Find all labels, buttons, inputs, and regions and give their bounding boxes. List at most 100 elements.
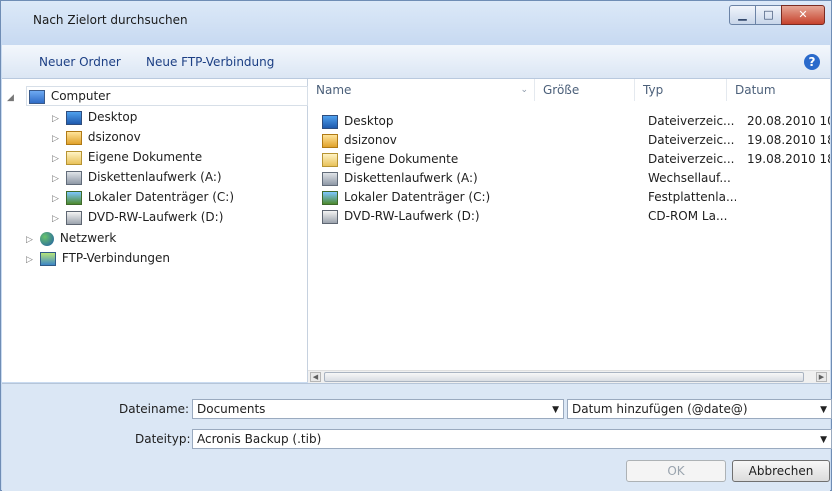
row-type: Dateiverzeic... xyxy=(648,152,735,166)
hard-drive-icon xyxy=(65,190,82,205)
column-header-date[interactable]: Datum xyxy=(727,79,830,101)
scrollbar-thumb[interactable] xyxy=(324,372,804,382)
window-title: Nach Zielort durchsuchen xyxy=(33,13,188,27)
toolbar: Neuer Ordner Neue FTP-Verbindung ? xyxy=(2,45,830,79)
collapse-arrow-icon[interactable]: ◢ xyxy=(7,89,25,107)
hard-drive-icon xyxy=(322,190,338,205)
row-type: CD-ROM La... xyxy=(648,209,728,223)
tree-item-label: Diskettenlaufwerk (A:) xyxy=(87,170,222,184)
tree-item-ftp[interactable]: ▷ FTP-Verbindungen xyxy=(26,249,170,267)
row-date: 19.08.2010 18:.. xyxy=(747,152,830,166)
tree-item-label: FTP-Verbindungen xyxy=(61,251,171,265)
desktop-icon xyxy=(65,110,82,125)
row-date: 20.08.2010 10:.. xyxy=(747,114,830,128)
tree-item-documents[interactable]: ▷ Eigene Dokumente xyxy=(52,148,202,166)
ok-button[interactable]: OK xyxy=(626,460,726,482)
tree-item-label: DVD-RW-Laufwerk (D:) xyxy=(87,210,224,224)
tree-item-floppy[interactable]: ▷ Diskettenlaufwerk (A:) xyxy=(52,168,222,186)
maximize-button[interactable]: □ xyxy=(755,5,782,25)
column-label: Typ xyxy=(643,83,664,97)
filetype-value: Acronis Backup (.tib) xyxy=(197,432,322,446)
dvd-icon xyxy=(322,209,338,224)
chevron-down-icon[interactable]: ▼ xyxy=(552,401,559,419)
column-header-name[interactable]: Name ⌄ xyxy=(308,79,535,101)
cancel-button[interactable]: Abbrechen xyxy=(732,460,830,482)
scroll-left-icon[interactable]: ◀ xyxy=(310,372,321,382)
folder-tree: ◢ Computer ▷ Desktop ▷ dsizonov ▷ Eigene… xyxy=(2,79,308,382)
dvd-icon xyxy=(65,210,82,225)
minimize-button[interactable]: ▁ xyxy=(729,5,756,25)
expand-arrow-icon[interactable]: ▷ xyxy=(52,130,62,148)
new-folder-button[interactable]: Neuer Ordner xyxy=(39,55,121,69)
documents-icon xyxy=(322,152,338,167)
expand-arrow-icon[interactable]: ▷ xyxy=(52,190,62,208)
row-name-text: Lokaler Datenträger (C:) xyxy=(344,190,491,204)
tree-item-desktop[interactable]: ▷ Desktop xyxy=(52,108,137,126)
column-header-size[interactable]: Größe xyxy=(535,79,635,101)
list-row[interactable]: Diskettenlaufwerk (A:) Wechsellauf... xyxy=(308,169,830,187)
list-row[interactable]: dsizonov Dateiverzeic... 19.08.2010 18:.… xyxy=(308,131,830,149)
tree-item-dsizonov[interactable]: ▷ dsizonov xyxy=(52,128,141,146)
tree-item-label: dsizonov xyxy=(87,130,141,144)
help-icon[interactable]: ? xyxy=(804,54,820,70)
expand-arrow-icon[interactable]: ▷ xyxy=(52,150,62,168)
expand-arrow-icon[interactable]: ▷ xyxy=(52,170,62,188)
expand-arrow-icon[interactable]: ▷ xyxy=(26,231,36,249)
tree-item-computer[interactable]: ◢ Computer xyxy=(7,86,308,106)
tree-item-local-disk[interactable]: ▷ Lokaler Datenträger (C:) xyxy=(52,188,234,206)
close-button[interactable]: ✕ xyxy=(781,5,825,25)
chevron-down-icon[interactable]: ▼ xyxy=(820,431,827,449)
row-type: Dateiverzeic... xyxy=(648,133,735,147)
tree-item-label: Desktop xyxy=(87,110,138,124)
row-type: Festplattenla... xyxy=(648,190,736,204)
column-label: Datum xyxy=(735,83,776,97)
tree-item-label: Eigene Dokumente xyxy=(87,150,203,164)
filename-input[interactable]: Documents ▼ xyxy=(192,399,564,419)
expand-arrow-icon[interactable]: ▷ xyxy=(52,110,62,128)
user-folder-icon xyxy=(65,130,82,145)
filename-value: Documents xyxy=(197,402,266,416)
list-row[interactable]: DVD-RW-Laufwerk (D:) CD-ROM La... xyxy=(308,207,830,225)
ftp-icon xyxy=(39,251,56,266)
row-name: Diskettenlaufwerk (A:) xyxy=(322,169,478,187)
row-name-text: dsizonov xyxy=(344,133,397,147)
tree-item-dvd[interactable]: ▷ DVD-RW-Laufwerk (D:) xyxy=(52,208,223,226)
row-name: Desktop xyxy=(322,112,394,130)
list-row[interactable]: Eigene Dokumente Dateiverzeic... 19.08.2… xyxy=(308,150,830,168)
browse-dialog: Nach Zielort durchsuchen ▁ □ ✕ Neuer Ord… xyxy=(0,0,832,491)
list-row[interactable]: Lokaler Datenträger (C:) Festplattenla..… xyxy=(308,188,830,206)
scroll-right-icon[interactable]: ▶ xyxy=(816,372,827,382)
row-date: 19.08.2010 18:.. xyxy=(747,133,830,147)
network-icon xyxy=(39,231,54,246)
dialog-footer: Dateiname: Documents ▼ Datum hinzufügen … xyxy=(2,383,832,491)
file-list: Name ⌄ Größe Typ Datum Desktop Dateiverz… xyxy=(308,79,830,382)
tree-item-network[interactable]: ▷ Netzwerk xyxy=(26,229,116,247)
chevron-down-icon[interactable]: ▼ xyxy=(820,401,827,419)
user-folder-icon xyxy=(322,133,338,148)
row-type: Dateiverzeic... xyxy=(648,114,735,128)
expand-arrow-icon[interactable]: ▷ xyxy=(52,210,62,228)
filetype-dropdown[interactable]: Acronis Backup (.tib) ▼ xyxy=(192,429,832,449)
column-header-type[interactable]: Typ xyxy=(635,79,727,101)
expand-arrow-icon[interactable]: ▷ xyxy=(26,251,36,269)
tree-item-label: Lokaler Datenträger (C:) xyxy=(87,190,235,204)
tree-item-label: Computer xyxy=(50,89,111,103)
row-name: Lokaler Datenträger (C:) xyxy=(322,188,490,206)
column-label: Name xyxy=(316,83,352,97)
filename-label: Dateiname: xyxy=(119,402,190,416)
floppy-icon xyxy=(322,171,338,186)
row-name: DVD-RW-Laufwerk (D:) xyxy=(322,207,480,225)
date-option-value: Datum hinzufügen (@date@) xyxy=(572,402,748,416)
sort-arrow-icon: ⌄ xyxy=(520,85,528,95)
computer-icon xyxy=(28,89,45,104)
row-name-text: DVD-RW-Laufwerk (D:) xyxy=(344,209,480,223)
row-name: Eigene Dokumente xyxy=(322,150,458,168)
new-ftp-connection-button[interactable]: Neue FTP-Verbindung xyxy=(146,55,274,69)
list-row[interactable]: Desktop Dateiverzeic... 20.08.2010 10:.. xyxy=(308,112,830,130)
tree-item-label: Netzwerk xyxy=(59,231,117,245)
date-option-dropdown[interactable]: Datum hinzufügen (@date@) ▼ xyxy=(567,399,832,419)
title-bar: Nach Zielort durchsuchen ▁ □ ✕ xyxy=(1,1,831,45)
row-type: Wechsellauf... xyxy=(648,171,731,185)
horizontal-scrollbar[interactable]: ◀ ▶ xyxy=(308,370,830,383)
row-name-text: Eigene Dokumente xyxy=(344,152,459,166)
